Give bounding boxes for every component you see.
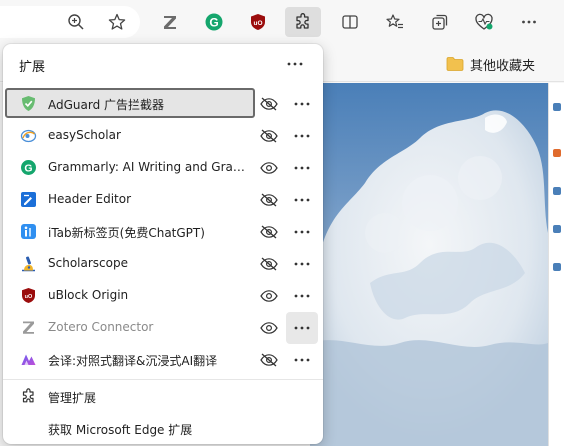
extension-name: AdGuard 广告拦截器 (48, 98, 165, 112)
manage-extensions-link[interactable]: 管理扩展 (3, 381, 323, 411)
extension-item[interactable]: uO uBlock Origin (3, 280, 323, 312)
get-extensions-label: 获取 Microsoft Edge 扩展 (48, 423, 193, 437)
grammarly-icon[interactable]: G (201, 9, 227, 35)
more-dots-icon (294, 326, 310, 330)
extension-item[interactable]: Header Editor (3, 184, 323, 216)
popup-more-options-button[interactable] (279, 50, 311, 78)
wallpaper-image (310, 83, 548, 446)
get-extensions-link[interactable]: 获取 Microsoft Edge 扩展 (3, 413, 323, 443)
other-favorites-folder[interactable]: 其他收藏夹 (446, 54, 535, 74)
extension-more-button[interactable] (286, 282, 318, 310)
extension-name: Scholarscope (48, 256, 128, 270)
more-dots-icon (294, 166, 310, 170)
settings-more-icon[interactable] (516, 9, 542, 35)
extension-name: Grammarly: AI Writing and Grammar Checke… (48, 160, 246, 174)
extension-item[interactable]: Zotero Connector (3, 312, 323, 344)
extension-name: Zotero Connector (48, 320, 154, 334)
pin-toggle-shown-icon[interactable] (257, 156, 281, 180)
svg-text:G: G (24, 163, 32, 175)
collections-icon[interactable] (427, 9, 453, 35)
pin-toggle-shown-icon[interactable] (257, 316, 281, 340)
pin-toggle-hidden-icon[interactable] (257, 188, 281, 212)
svg-text:uO: uO (25, 294, 33, 300)
extension-name: 会译:对照式翻译&沉浸式AI翻译 (48, 354, 218, 368)
sidebar-mark-icon[interactable] (553, 149, 561, 157)
more-dots-icon (294, 134, 310, 138)
pin-toggle-hidden-icon[interactable] (257, 348, 281, 372)
zotero-icon[interactable] (157, 9, 183, 35)
extension-item[interactable]: 会译:对照式翻译&沉浸式AI翻译 (3, 344, 323, 376)
more-dots-icon (294, 294, 310, 298)
more-dots-icon (294, 262, 310, 266)
extension-item[interactable]: iTab新标签页(免费ChatGPT) (3, 216, 323, 248)
pin-toggle-hidden-icon[interactable] (257, 252, 281, 276)
easyscholar-icon (20, 127, 37, 144)
extensions-popup: 扩展 AdGuard 广告拦截器 easyScholar G Grammarly… (3, 44, 323, 444)
extension-more-button[interactable] (286, 154, 318, 182)
popup-title: 扩展 (19, 60, 46, 75)
sidebar-mark-icon[interactable] (553, 263, 561, 271)
pin-toggle-hidden-icon[interactable] (257, 220, 281, 244)
extension-more-button[interactable] (286, 250, 318, 278)
extension-item[interactable]: G Grammarly: AI Writing and Grammar Chec… (3, 152, 323, 184)
extension-item[interactable]: Scholarscope (3, 248, 323, 280)
more-dots-icon (294, 198, 310, 202)
svg-text:uO: uO (253, 20, 262, 27)
more-dots-icon (287, 62, 303, 66)
scholarscope-icon (20, 255, 37, 272)
split-screen-icon[interactable] (337, 9, 363, 35)
extension-name: Header Editor (48, 192, 132, 206)
ublock-icon: uO (20, 287, 37, 304)
extensions-icon (22, 388, 34, 403)
page-sidebar (548, 83, 564, 446)
manage-extensions-label: 管理扩展 (48, 391, 97, 405)
header-editor-icon (20, 191, 37, 208)
other-favorites-label: 其他收藏夹 (470, 58, 536, 74)
more-dots-icon (294, 230, 310, 234)
favorites-list-icon[interactable] (382, 9, 408, 35)
sidebar-mark-icon[interactable] (553, 225, 561, 233)
more-dots-icon (294, 102, 310, 106)
huiyi-translate-icon (20, 351, 37, 368)
pin-toggle-shown-icon[interactable] (257, 284, 281, 308)
grammarly-icon: G (20, 159, 37, 176)
browser-essentials-icon[interactable] (471, 9, 497, 35)
extension-item[interactable]: AdGuard 广告拦截器 (3, 88, 323, 120)
extension-name: uBlock Origin (48, 288, 129, 302)
more-dots-icon (294, 358, 310, 362)
extension-more-button[interactable] (286, 90, 318, 118)
browser-toolbar: G uO (0, 0, 564, 44)
zotero-icon (20, 319, 37, 336)
extension-more-button[interactable] (286, 122, 318, 150)
sidebar-mark-icon[interactable] (553, 187, 561, 195)
sidebar-mark-icon[interactable] (553, 103, 561, 111)
svg-text:G: G (209, 16, 218, 30)
adguard-icon (20, 95, 37, 112)
pin-toggle-hidden-icon[interactable] (257, 124, 281, 148)
extension-more-button[interactable] (286, 218, 318, 246)
extension-item[interactable]: easyScholar (3, 120, 323, 152)
ublock-icon[interactable]: uO (245, 9, 271, 35)
extension-more-button[interactable] (286, 312, 318, 344)
extension-more-button[interactable] (286, 186, 318, 214)
popup-divider (3, 379, 323, 380)
cloud-picture (310, 110, 548, 446)
extension-name: easyScholar (48, 128, 121, 142)
zoom-icon[interactable] (63, 9, 89, 35)
itab-icon (20, 223, 37, 240)
extension-name: iTab新标签页(免费ChatGPT) (48, 226, 205, 240)
popup-header: 扩展 (3, 44, 323, 84)
folder-icon (446, 57, 464, 71)
pin-toggle-hidden-icon[interactable] (257, 92, 281, 116)
extension-more-button[interactable] (286, 346, 318, 374)
favorite-star-icon[interactable] (104, 9, 130, 35)
extensions-icon[interactable] (285, 7, 321, 37)
